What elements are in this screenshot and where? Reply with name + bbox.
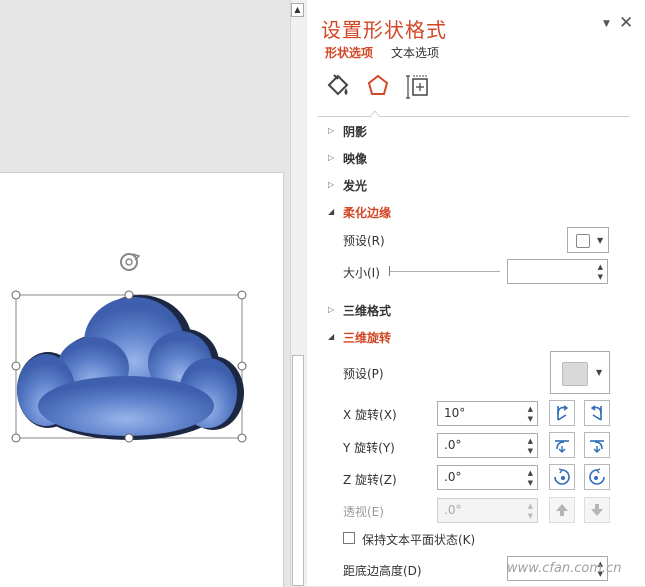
rotate-down-icon — [590, 440, 604, 453]
tab-shape-options[interactable]: 形状选项 — [325, 44, 373, 61]
arrow-down-icon — [591, 504, 603, 516]
x-rotation-input[interactable]: 10° ▲ ▼ — [437, 401, 538, 426]
spin-down-icon[interactable]: ▼ — [528, 416, 533, 423]
spin-up-icon[interactable]: ▲ — [528, 406, 533, 413]
chevron-down-icon: ▼ — [596, 368, 603, 377]
perspective-input: .0° ▲ ▼ — [437, 498, 538, 523]
close-icon[interactable]: ✕ — [619, 13, 633, 33]
perspective-increase-button — [549, 497, 575, 523]
spin-down-icon[interactable]: ▼ — [528, 480, 533, 487]
scroll-up-icon[interactable]: ▲ — [291, 3, 304, 17]
section-3d-format[interactable]: 三维格式 — [343, 302, 391, 319]
section-reflection[interactable]: 映像 — [343, 150, 367, 167]
watermark: www.cfan.com.cn — [507, 561, 622, 576]
rotate-handle-icon[interactable] — [120, 253, 141, 271]
x-rotation-label: X 旋转(X) — [343, 408, 397, 422]
spin-down-icon: ▼ — [527, 512, 533, 520]
scrollbar-thumb[interactable] — [292, 355, 304, 586]
collapse-triangle-icon[interactable]: ◢ — [328, 207, 334, 216]
spin-up-icon[interactable]: ▲ — [598, 264, 603, 271]
spin-up-icon: ▲ — [527, 502, 533, 510]
collapse-triangle-icon[interactable]: ◢ — [328, 332, 334, 341]
fill-line-icon[interactable] — [325, 72, 351, 100]
expand-triangle-icon[interactable]: ▷ — [328, 180, 334, 189]
expand-triangle-icon[interactable]: ▷ — [328, 126, 334, 135]
section-soft-edges[interactable]: 柔化边缘 — [343, 204, 391, 221]
soft-edges-size-label: 大小(I) — [343, 266, 380, 280]
pane-divider — [318, 116, 630, 117]
z-rotate-counterclockwise-button[interactable] — [549, 464, 575, 490]
spin-up-icon[interactable]: ▲ — [528, 438, 533, 445]
spin-up-icon[interactable]: ▲ — [528, 470, 533, 477]
section-glow[interactable]: 发光 — [343, 177, 367, 194]
effects-pentagon-icon[interactable] — [365, 72, 391, 100]
perspective-decrease-button — [584, 497, 610, 523]
soft-edges-preset-label: 预设(R) — [343, 234, 385, 248]
y-rotation-label: Y 旋转(Y) — [343, 441, 395, 455]
cloud-shape[interactable] — [0, 240, 260, 455]
rotate-right-icon — [590, 405, 602, 421]
rotation-preset-label: 预设(P) — [343, 367, 384, 381]
keep-text-flat-checkbox[interactable] — [343, 532, 355, 544]
section-shadow[interactable]: 阴影 — [343, 123, 367, 140]
spin-down-icon[interactable]: ▼ — [598, 274, 603, 281]
z-rotation-input[interactable]: .0° ▲ ▼ — [437, 465, 538, 490]
x-rotate-right-button[interactable] — [584, 400, 610, 426]
soft-edges-preset-dropdown[interactable]: ▼ — [567, 227, 609, 253]
z-rotation-label: Z 旋转(Z) — [343, 473, 397, 487]
perspective-label: 透视(E) — [343, 505, 384, 519]
expand-triangle-icon[interactable]: ▷ — [328, 153, 334, 162]
tab-text-options[interactable]: 文本选项 — [391, 44, 439, 61]
y-rotation-input[interactable]: .0° ▲ ▼ — [437, 433, 538, 458]
rotation-preset-dropdown[interactable]: ▼ — [550, 351, 610, 394]
keep-text-flat-label[interactable]: 保持文本平面状态(K) — [362, 531, 475, 548]
rotate-left-icon — [557, 405, 569, 421]
z-rotate-clockwise-button[interactable] — [584, 464, 610, 490]
soft-edges-size-slider[interactable] — [390, 271, 500, 272]
size-properties-icon[interactable] — [405, 72, 431, 100]
distance-from-ground-label: 距底边高度(D) — [343, 564, 422, 578]
spin-down-icon[interactable]: ▼ — [528, 448, 533, 455]
y-rotate-down-button[interactable] — [584, 432, 610, 458]
section-3d-rotation[interactable]: 三维旋转 — [343, 329, 391, 346]
preset-swatch-icon — [576, 234, 590, 248]
arrow-up-icon — [556, 504, 568, 516]
y-rotate-up-button[interactable] — [549, 432, 575, 458]
chevron-down-icon: ▼ — [597, 236, 604, 245]
soft-edges-size-input[interactable]: ▲ ▼ — [507, 259, 608, 284]
pane-title: 设置形状格式 — [321, 18, 447, 42]
expand-triangle-icon[interactable]: ▷ — [328, 305, 334, 314]
x-rotate-left-button[interactable] — [549, 400, 575, 426]
rotate-counterclockwise-icon — [554, 468, 570, 485]
preset-swatch-icon — [562, 362, 588, 386]
pane-options-dropdown-icon[interactable]: ▼ — [603, 19, 610, 29]
active-tab-indicator — [370, 110, 380, 117]
rotate-up-icon — [555, 440, 569, 453]
rotate-clockwise-icon — [589, 468, 605, 485]
